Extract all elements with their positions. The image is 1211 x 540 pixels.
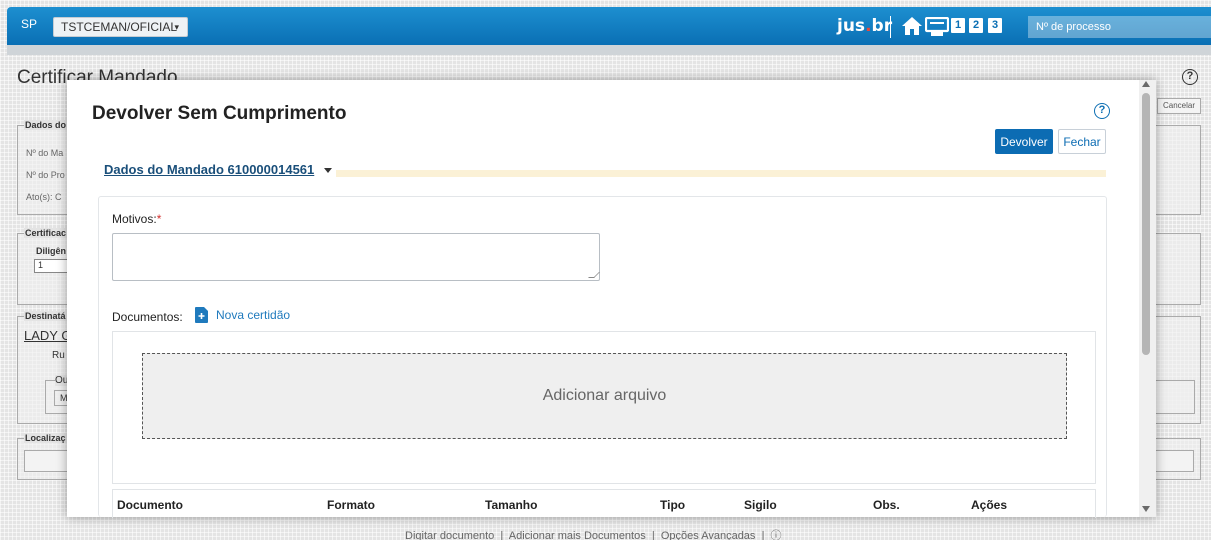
col-tipo: Tipo [660,498,686,512]
topbar-divider [890,16,891,38]
logo-text-br: br [871,16,893,36]
select-arrows-icon: ▾ [174,22,179,32]
digitar-documento-link[interactable]: Digitar documento [405,530,494,540]
scroll-up-icon[interactable] [1142,81,1150,87]
topbar-strip [7,45,1211,55]
footer-separator: | [500,530,504,540]
footer-separator: | [761,530,765,540]
documents-table-header: Documento Formato Tamanho Tipo Sigilo Ob… [112,489,1096,518]
num-processo-label: Nº do Pro [26,170,65,180]
col-sigilo: Sigilo [744,498,777,512]
modal-help-icon[interactable]: ? [1094,103,1110,119]
destinatario-name-link[interactable]: LADY G [24,328,71,343]
documentos-label: Documentos: [112,310,183,324]
chevron-down-icon [324,168,333,173]
num-mandado-label: Nº do Ma [26,148,64,158]
localizacao-section-label: Localizaç [24,433,67,443]
scrollbar-thumb[interactable] [1142,93,1150,355]
col-formato: Formato [327,498,375,512]
footer-help-icon[interactable]: ⓘ [771,530,782,540]
devolver-modal: Devolver Sem Cumprimento ? Devolver Fech… [67,80,1156,518]
adicionar-documentos-link[interactable]: Adicionar mais Documentos [509,530,646,540]
add-file-dropzone[interactable]: Adicionar arquivo [142,353,1067,439]
motivos-label: Motivos:* [112,212,161,226]
jus-br-logo[interactable]: jus.br [837,16,892,36]
top-bar: SP TSTCEMAN/OFICIAL ▾ jus.br 1 2 3 Nº de … [7,7,1211,49]
footer-separator: | [651,530,655,540]
destinatario-section-label: Destinatá [24,311,67,321]
state-label: SP [21,17,38,31]
motivos-label-text: Motivos: [112,212,157,226]
shortcut-3-button[interactable]: 3 [988,18,1002,33]
opcoes-avancadas-link[interactable]: Opções Avançadas [661,530,756,540]
page-help-icon[interactable]: ? [1182,69,1198,85]
resize-grip-icon[interactable] [588,272,600,278]
atos-label: Ato(s): C [26,192,62,202]
nova-certidao-link[interactable]: Nova certidão [216,308,290,322]
shortcut-2-button[interactable]: 2 [969,18,983,33]
court-select-value: TSTCEMAN/OFICIAL [61,20,178,34]
col-tamanho: Tamanho [485,498,538,512]
col-documento: Documento [117,498,183,512]
diligencia-label: Diligên [36,246,67,256]
home-icon[interactable] [901,15,923,37]
rua-label: Ru [52,350,65,361]
required-asterisk: * [156,212,162,226]
col-acoes: Ações [971,498,1008,512]
dados-mandado-toggle[interactable]: Dados do Mandado 610000014561 [104,162,337,177]
logo-text-jus: jus [837,16,866,36]
new-document-icon[interactable] [195,307,208,323]
certificacao-section-label: Certificac [24,228,68,238]
fechar-button[interactable]: Fechar [1058,129,1106,154]
panel-icon[interactable] [925,17,949,37]
devolver-form-panel: Motivos:* Documentos: Nova certidão Adic… [98,196,1107,518]
scroll-down-icon[interactable] [1142,506,1150,512]
col-obs: Obs. [873,498,900,512]
dados-section-label: Dados do [24,120,68,130]
devolver-button[interactable]: Devolver [995,129,1053,154]
dados-mandado-link-text: Dados do Mandado 610000014561 [104,162,315,177]
motivos-textarea[interactable] [112,233,600,281]
modal-title: Devolver Sem Cumprimento [92,103,347,124]
background-footer: Digitar documento | Adicionar mais Docum… [405,527,782,540]
court-select[interactable]: TSTCEMAN/OFICIAL ▾ [53,17,188,37]
process-number-input[interactable]: Nº de processo [1028,16,1211,38]
upload-area: Adicionar arquivo [112,331,1096,484]
shortcut-1-button[interactable]: 1 [951,18,965,33]
cancel-button[interactable]: Cancelar [1157,98,1201,114]
